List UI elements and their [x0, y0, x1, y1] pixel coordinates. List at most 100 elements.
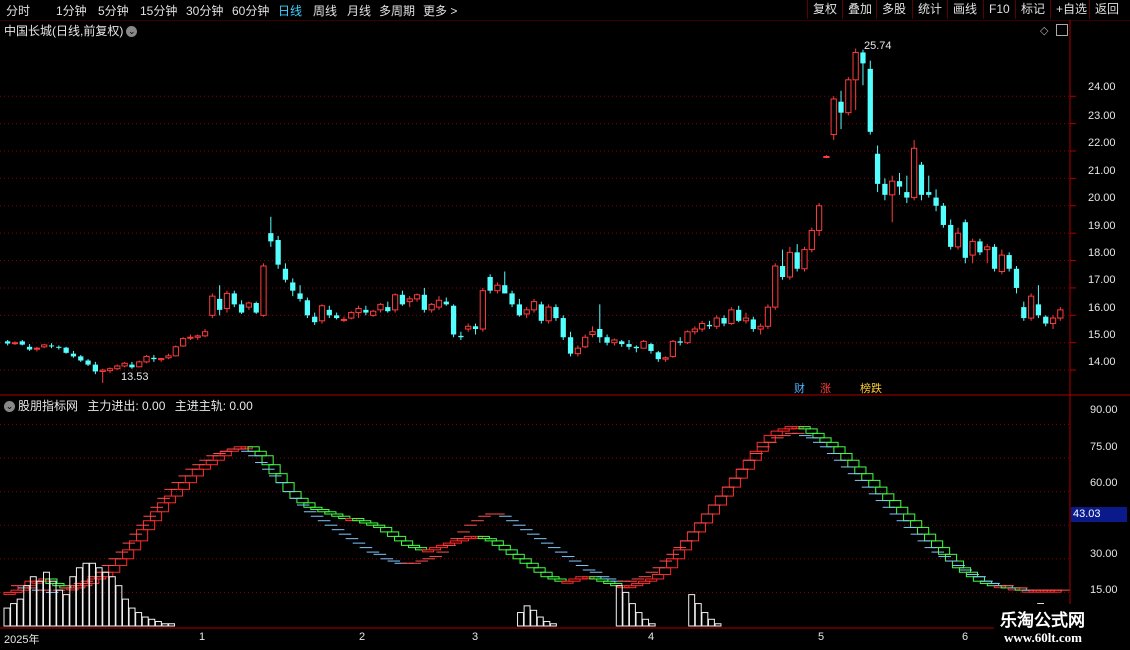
add-watchlist-button[interactable]: +自选	[1050, 0, 1092, 19]
indicator-step	[854, 466, 867, 475]
candle-body	[954, 232, 962, 248]
indicator-step	[80, 582, 93, 587]
period-tab-weekly[interactable]: 周线	[313, 2, 337, 19]
period-tab-more[interactable]: 更多 >	[423, 2, 457, 19]
f10-button[interactable]: F10	[983, 0, 1015, 19]
candle-body	[458, 335, 464, 338]
candle-body	[918, 164, 925, 195]
period-tab-monthly[interactable]: 月线	[347, 2, 371, 19]
fuquan-button[interactable]: 复权	[807, 0, 842, 19]
indicator-step	[931, 540, 944, 549]
indicator-step	[617, 585, 630, 589]
chevron-down-icon[interactable]: ⌄	[126, 26, 138, 38]
candle-body	[998, 254, 1005, 273]
finance-tag[interactable]: 财	[792, 380, 807, 396]
indicator-bar	[102, 571, 110, 627]
indicator-step	[101, 571, 114, 578]
period-tab-5min[interactable]: 5分钟	[98, 2, 129, 19]
candle-body	[582, 336, 589, 348]
candle-body	[691, 328, 698, 333]
indicator-step	[463, 535, 476, 540]
indicator-step	[73, 585, 86, 589]
candle-body	[63, 347, 69, 353]
candle-body	[494, 284, 501, 292]
candle-body	[567, 337, 574, 354]
indicator-bar	[82, 562, 90, 627]
period-tab-30min[interactable]: 30分钟	[186, 2, 223, 19]
indicator-bar	[135, 612, 143, 627]
watermark-title: 乐淘公式网	[1000, 611, 1085, 630]
indicator-step	[700, 513, 714, 524]
candle-body	[538, 304, 544, 321]
chevron-down-icon[interactable]: ⌄	[4, 401, 15, 413]
indicator-step	[784, 426, 797, 430]
candle-body	[151, 357, 157, 360]
candle-body	[1027, 295, 1035, 319]
back-button[interactable]: 返回	[1089, 0, 1124, 19]
indicator-bar	[628, 603, 636, 627]
window-icon[interactable]	[1056, 24, 1068, 36]
date-label: 5	[818, 631, 825, 643]
indicator-step	[547, 576, 560, 580]
indicator-step	[163, 495, 177, 504]
indicator-lines	[3, 426, 1070, 595]
candle-body	[114, 365, 121, 370]
indicator-step	[812, 432, 825, 439]
indicator-bar	[168, 623, 176, 627]
candle-body	[385, 307, 391, 312]
indicator-step	[324, 511, 337, 515]
indicator-step	[428, 547, 442, 551]
kline-chart[interactable]	[0, 0, 1130, 650]
indicator-title[interactable]: ⌄ 股朋指标网 主力进出: 0.00 主进主轨: 0.00	[4, 397, 253, 414]
candle-body	[640, 340, 647, 349]
candle-body	[969, 240, 976, 256]
diamond-icon[interactable]: ◇	[1040, 24, 1048, 37]
indicator-step	[944, 553, 958, 562]
indicator-step	[233, 446, 246, 450]
candle-body	[794, 252, 800, 269]
candle-body	[611, 339, 618, 344]
indicator-name: 股朋指标网	[18, 399, 79, 413]
candle-body	[179, 338, 187, 347]
candle-body	[465, 325, 472, 330]
period-tab-1min[interactable]: 1分钟	[56, 2, 87, 19]
indicator-step	[414, 547, 428, 551]
indicator-bar	[154, 621, 162, 627]
candle-body	[597, 329, 603, 338]
mark-button[interactable]: 标记	[1015, 0, 1050, 19]
candle-body	[268, 233, 274, 242]
period-tab-multi[interactable]: 多周期	[379, 2, 415, 19]
ranking-tag[interactable]: 榜跌	[858, 380, 884, 396]
indicator-bar	[701, 612, 709, 627]
period-tab-daily[interactable]: 日线	[278, 2, 302, 19]
period-tab-15min[interactable]: 15分钟	[140, 2, 177, 19]
indicator-step	[728, 477, 741, 488]
candle-body	[363, 309, 369, 313]
multi-stock-button[interactable]: 多股	[876, 0, 911, 19]
indicator-step	[394, 535, 407, 542]
price-tick: 21.00	[1088, 165, 1116, 177]
rise-tag[interactable]: 涨	[818, 380, 833, 396]
indicator-step	[575, 576, 588, 580]
candle-body	[553, 307, 559, 319]
period-tab-fenshi[interactable]: 分时	[6, 2, 30, 19]
draw-line-button[interactable]: 画线	[947, 0, 982, 19]
indicator-step	[289, 491, 302, 499]
indicator-step	[707, 504, 720, 515]
period-tab-60min[interactable]: 60分钟	[232, 2, 269, 19]
date-label: 2	[359, 631, 366, 643]
candle-body	[245, 302, 253, 308]
indicator-step	[721, 486, 734, 497]
indicator-step	[1014, 587, 1027, 591]
indicator-step	[184, 475, 197, 484]
indicator-step	[275, 473, 288, 484]
indicator-step	[540, 571, 553, 578]
watermark-url: www.60lt.com	[1004, 630, 1082, 645]
stats-button[interactable]: 统计	[912, 0, 947, 19]
indicator-bars	[3, 562, 1064, 627]
date-label: 1	[199, 631, 206, 643]
overlay-button[interactable]: 叠加	[842, 0, 877, 19]
candle-body	[99, 369, 106, 372]
chart-title[interactable]: 中国长城(日线,前复权) ⌄	[4, 22, 138, 39]
indicator-step	[366, 522, 379, 526]
